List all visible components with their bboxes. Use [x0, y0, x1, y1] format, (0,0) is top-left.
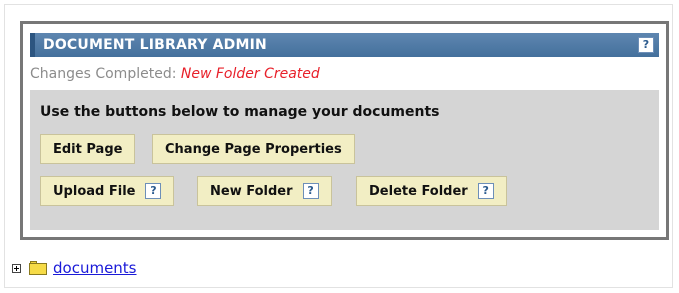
documents-folder-link[interactable]: documents [53, 259, 137, 277]
upload-file-label: Upload File [53, 183, 136, 199]
edit-page-button[interactable]: Edit Page [40, 134, 136, 164]
edit-page-label: Edit Page [53, 141, 123, 157]
actions-instructions: Use the buttons below to manage your doc… [40, 104, 440, 120]
status-label: Changes Completed: [30, 66, 181, 82]
document-library-admin-panel: DOCUMENT LIBRARY ADMIN ? Changes Complet… [20, 21, 669, 240]
actions-panel: Use the buttons below to manage your doc… [30, 90, 659, 230]
new-folder-help-icon[interactable]: ? [302, 183, 319, 199]
new-folder-button[interactable]: New Folder ? [197, 176, 332, 206]
delete-folder-button[interactable]: Delete Folder ? [356, 176, 507, 206]
plus-box-icon[interactable] [12, 263, 21, 273]
upload-file-button[interactable]: Upload File ? [40, 176, 175, 206]
status-value: New Folder Created [180, 66, 320, 82]
upload-file-help-icon[interactable]: ? [145, 183, 162, 199]
change-page-properties-label: Change Page Properties [165, 141, 342, 157]
delete-folder-help-icon[interactable]: ? [477, 183, 494, 199]
change-page-properties-button[interactable]: Change Page Properties [152, 134, 355, 164]
help-icon[interactable]: ? [638, 37, 654, 53]
admin-title-bar: DOCUMENT LIBRARY ADMIN ? [30, 33, 659, 57]
delete-folder-label: Delete Folder [369, 183, 468, 199]
folder-tree: documents [12, 259, 137, 277]
folder-icon [29, 261, 47, 275]
status-line: Changes Completed: New Folder Created [30, 66, 320, 82]
new-folder-label: New Folder [210, 183, 293, 199]
admin-title: DOCUMENT LIBRARY ADMIN [43, 37, 267, 53]
